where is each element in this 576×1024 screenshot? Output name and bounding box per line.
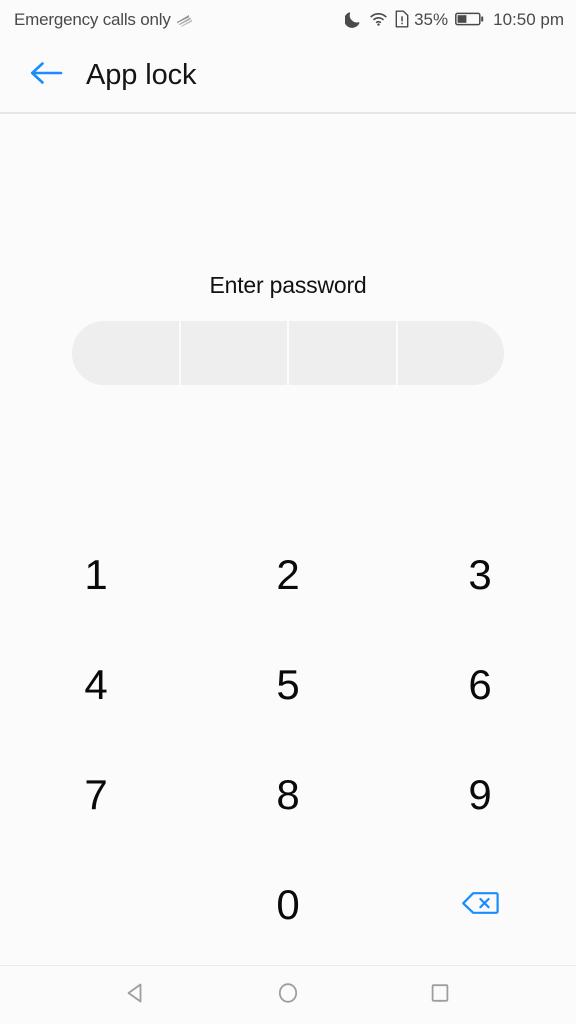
key-1-label: 1	[84, 551, 108, 598]
password-cell-2	[178, 321, 288, 385]
password-cell-4	[395, 321, 505, 385]
nav-home-button[interactable]	[260, 967, 316, 1023]
key-3-label: 3	[468, 551, 492, 598]
key-4-label: 4	[84, 661, 108, 708]
key-7[interactable]: 7	[0, 740, 192, 850]
wifi-icon	[369, 11, 388, 27]
key-backspace[interactable]	[384, 850, 576, 960]
password-cell-3	[287, 321, 396, 385]
key-9[interactable]: 9	[384, 740, 576, 850]
key-0[interactable]: 0	[192, 850, 384, 960]
status-bar-right: 35% 10:50 pm	[345, 10, 564, 28]
numeric-keypad: 1 2 3 4 5 6 7 8 9 0	[0, 520, 576, 960]
key-blank	[0, 850, 192, 960]
key-2[interactable]: 2	[192, 520, 384, 630]
app-bar: App lock	[0, 38, 576, 113]
nav-back-button[interactable]	[108, 967, 164, 1023]
battery-percent-label: 35%	[414, 9, 449, 29]
key-1[interactable]: 1	[0, 520, 192, 630]
system-nav-bar	[0, 966, 576, 1024]
key-4[interactable]: 4	[0, 630, 192, 740]
enter-password-label: Enter password	[209, 272, 367, 298]
carrier-label: Emergency calls only	[14, 9, 171, 29]
back-button[interactable]	[14, 44, 78, 108]
key-3[interactable]: 3	[384, 520, 576, 630]
key-5[interactable]: 5	[192, 630, 384, 740]
key-2-label: 2	[276, 551, 300, 598]
key-7-label: 7	[84, 771, 108, 818]
key-8[interactable]: 8	[192, 740, 384, 850]
moon-do-not-disturb-icon	[345, 10, 362, 28]
sim-card-alert-icon	[395, 10, 409, 28]
page-title: App lock	[86, 59, 197, 91]
password-input[interactable]	[72, 321, 504, 385]
nav-recents-button[interactable]	[412, 967, 468, 1023]
key-6[interactable]: 6	[384, 630, 576, 740]
clock-label: 10:50 pm	[493, 9, 564, 29]
status-bar-left: Emergency calls only	[14, 11, 196, 28]
nav-back-triangle-icon	[123, 980, 149, 1011]
signal-bars-icon	[176, 11, 196, 27]
app-bar-divider	[0, 112, 576, 114]
backspace-delete-icon	[460, 888, 500, 923]
key-5-label: 5	[276, 661, 300, 708]
back-arrow-icon	[28, 58, 64, 93]
key-9-label: 9	[468, 771, 492, 818]
key-0-label: 0	[276, 881, 300, 928]
nav-home-circle-icon	[275, 980, 301, 1011]
app-lock-screen: Emergency calls only 35% 10:50 pm App lo…	[0, 0, 576, 1024]
key-6-label: 6	[468, 661, 492, 708]
password-cell-1	[72, 321, 179, 385]
battery-icon	[455, 11, 484, 27]
key-8-label: 8	[276, 771, 300, 818]
nav-recents-square-icon	[427, 980, 453, 1011]
status-bar: Emergency calls only 35% 10:50 pm	[0, 0, 576, 38]
